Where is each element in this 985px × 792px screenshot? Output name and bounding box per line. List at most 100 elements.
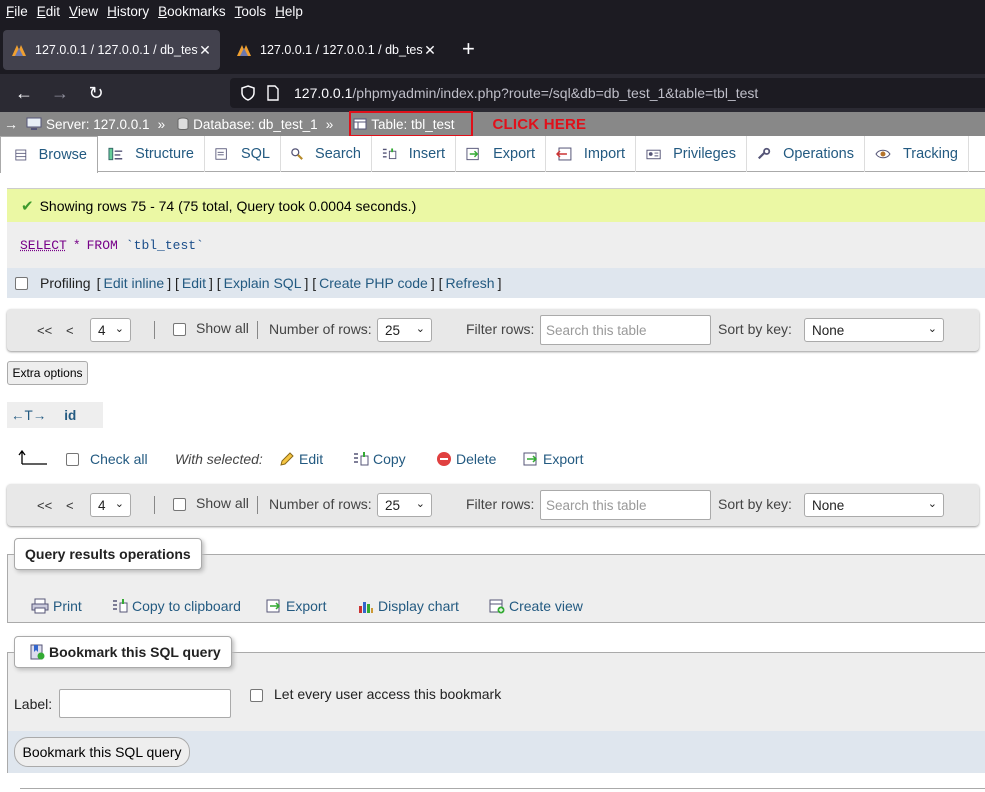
sort-by-key-select[interactable]: None ⌄ (804, 318, 944, 342)
menu-help[interactable]: Help (275, 4, 303, 19)
tab-export[interactable]: Export (456, 136, 546, 172)
prev-page-button[interactable]: < (66, 494, 74, 516)
bulk-copy-button[interactable]: Copy (353, 451, 406, 467)
tab-search-label: Search (315, 146, 361, 162)
breadcrumb-table[interactable]: Table: tbl_test (349, 111, 473, 137)
tab-insert[interactable]: Insert (372, 136, 456, 172)
share-bookmark-checkbox[interactable] (250, 689, 263, 702)
back-arrow-icon[interactable]: ← (8, 77, 40, 109)
url-host: 127.0.0.1 (294, 85, 353, 101)
explain-sql-link[interactable]: Explain SQL (224, 275, 302, 291)
show-all-checkbox[interactable] (173, 498, 186, 511)
create-view-button[interactable]: Create view (489, 598, 583, 614)
bulk-edit-button[interactable]: Edit (279, 451, 323, 467)
copy-icon (113, 599, 128, 613)
reload-icon[interactable]: ↻ (80, 77, 112, 109)
tab-close-icon[interactable]: ✕ (198, 42, 212, 59)
browser-tab-db-test-2[interactable]: 127.0.0.1 / 127.0.0.1 / db_test_2 / tbl_… (228, 30, 445, 70)
display-chart-button[interactable]: Display chart (358, 598, 459, 614)
browser-tabstrip: 127.0.0.1 / 127.0.0.1 / db_test_1 / tbl_… (0, 22, 985, 74)
tab-sql[interactable]: SQL (205, 136, 281, 172)
sql-keyword-select[interactable]: SELECT (20, 238, 67, 253)
tab-export-label: Export (493, 146, 535, 162)
tab-close-icon[interactable]: ✕ (423, 42, 437, 59)
menu-file[interactable]: File (6, 4, 28, 19)
printer-icon (31, 598, 49, 614)
tab-browse-label: Browse (38, 147, 87, 163)
page-select[interactable]: 4 ⌄ (90, 318, 131, 342)
browser-tab-db-test-1[interactable]: 127.0.0.1 / 127.0.0.1 / db_test_1 / tbl_… (3, 30, 220, 70)
arrow-left-up-icon (18, 450, 47, 465)
server-icon (26, 117, 42, 130)
create-php-code-link[interactable]: Create PHP code (319, 275, 428, 291)
tab-structure-label: Structure (135, 146, 194, 162)
sort-by-key-select[interactable]: None ⌄ (804, 493, 944, 517)
menu-edit[interactable]: Edit (37, 4, 60, 19)
menu-view[interactable]: View (69, 4, 98, 19)
chevron-down-icon: ⌄ (415, 498, 425, 510)
breadcrumb-server[interactable]: Server: 127.0.0.1 (26, 117, 150, 132)
check-all-checkbox[interactable] (66, 453, 79, 466)
tab-import-label: Import (583, 146, 625, 162)
phpmyadmin-favicon-icon (12, 45, 26, 56)
menu-tools[interactable]: Tools (235, 4, 267, 19)
breadcrumb: → Server: 127.0.0.1 » Database: db_test_… (0, 111, 985, 137)
page-select[interactable]: 4 ⌄ (90, 493, 131, 517)
more-tabs-icon[interactable] (969, 136, 985, 172)
prev-page-button[interactable]: < (66, 319, 74, 341)
wrench-icon (757, 147, 771, 160)
copy-icon (354, 452, 369, 466)
rows-select[interactable]: 25 ⌄ (377, 318, 432, 342)
rows-select[interactable]: 25 ⌄ (377, 493, 432, 517)
bulk-export-button[interactable]: Export (523, 451, 583, 467)
export-results-button[interactable]: Export (266, 598, 326, 614)
profiling-label: Profiling (40, 275, 91, 291)
column-id-header[interactable]: id (64, 408, 76, 423)
tab-browse[interactable]: Browse (0, 136, 98, 173)
show-all-label: Show all (196, 320, 249, 336)
extra-options-button[interactable]: Extra options (7, 361, 88, 385)
breadcrumb-separator: » (325, 116, 334, 132)
tab-tracking[interactable]: Tracking (865, 136, 969, 172)
with-selected-bar: Check all With selected: Edit Copy Delet… (0, 446, 985, 472)
bookmark-label-input[interactable] (59, 689, 231, 718)
success-message-text: Showing rows 75 - 74 (75 total, Query to… (39, 197, 417, 214)
tab-privileges[interactable]: Privileges (636, 136, 747, 172)
forward-arrow-icon[interactable]: → (44, 77, 76, 109)
column-arrows-icon[interactable]: ←T→ (11, 408, 46, 423)
tab-search[interactable]: Search (281, 136, 372, 172)
new-tab-icon[interactable]: + (462, 38, 475, 60)
tab-operations[interactable]: Operations (747, 136, 865, 172)
tab-title: 127.0.0.1 / 127.0.0.1 / db_test_1 / tbl_… (35, 43, 198, 57)
edit-inline-link[interactable]: Edit inline (103, 275, 164, 291)
filter-rows-input[interactable]: Search this table (540, 490, 711, 520)
query-results-operations-legend: Query results operations (14, 538, 202, 570)
sort-by-key-label: Sort by key: (718, 321, 792, 337)
menu-bookmarks[interactable]: Bookmarks (158, 4, 226, 19)
profiling-checkbox[interactable] (15, 276, 28, 290)
tab-import[interactable]: Import (546, 136, 636, 172)
url-bar[interactable]: 127.0.0.1/phpmyadmin/index.php?route=/sq… (230, 78, 985, 108)
click-here-annotation: CLICK HERE (492, 115, 587, 133)
filter-rows-input[interactable]: Search this table (540, 315, 711, 345)
menu-history[interactable]: History (107, 4, 149, 19)
bulk-delete-button[interactable]: Delete (436, 451, 496, 467)
refresh-link[interactable]: Refresh (446, 275, 495, 291)
sql-query-display[interactable]: SELECT * FROM `tbl_test` (7, 222, 985, 268)
check-all-label[interactable]: Check all (90, 451, 148, 467)
bookmark-sql-query-button[interactable]: Bookmark this SQL query (14, 737, 190, 767)
print-button[interactable]: Print (31, 598, 82, 614)
collapse-arrow-icon[interactable]: → (0, 116, 22, 132)
export-icon (466, 147, 479, 161)
show-all-checkbox[interactable] (173, 323, 186, 336)
tab-structure[interactable]: Structure (98, 136, 205, 172)
separator (154, 496, 155, 514)
breadcrumb-database[interactable]: Database: db_test_1 (177, 117, 318, 132)
rows-label: Number of rows: (269, 496, 372, 512)
first-page-button[interactable]: << (37, 319, 52, 341)
chevron-down-icon: ⌄ (927, 498, 937, 510)
first-page-button[interactable]: << (37, 494, 52, 516)
copy-to-clipboard-button[interactable]: Copy to clipboard (112, 598, 241, 614)
edit-link[interactable]: Edit (182, 275, 206, 291)
tab-title: 127.0.0.1 / 127.0.0.1 / db_test_2 / tbl_… (260, 43, 423, 57)
